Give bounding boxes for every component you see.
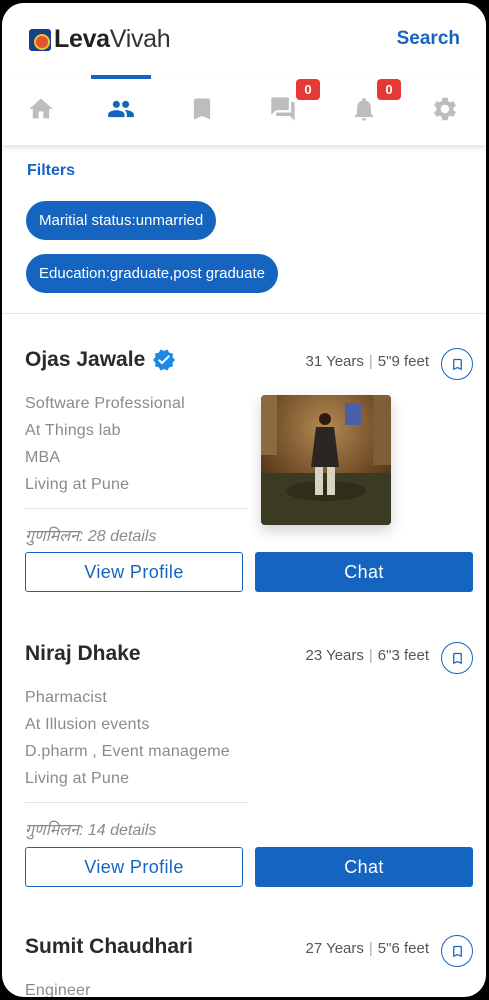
card-divider (25, 802, 248, 803)
tab-bar: 0 0 (2, 73, 486, 145)
profile-company: At Illusion events (25, 716, 150, 733)
logo-emblem-icon (29, 28, 51, 51)
tab-chats[interactable]: 0 (253, 73, 320, 145)
profile-photo-image (261, 395, 391, 525)
bookmark-outline-icon (452, 945, 462, 957)
search-link[interactable]: Search (397, 28, 460, 50)
gunmilan-details[interactable]: गुणमिलन: 14 details (25, 818, 156, 840)
profile-age: 23 Years (305, 647, 364, 664)
profile-age: 31 Years (305, 353, 364, 370)
profile-name: Niraj Dhake (25, 642, 141, 665)
chat-button[interactable]: Chat (255, 847, 473, 887)
meta-separator: | (368, 353, 373, 370)
brand-name-bold: Leva (54, 25, 110, 53)
verified-badge-icon (153, 349, 176, 371)
bookmark-outline-icon (452, 652, 462, 664)
profile-card: Ojas Jawale 31 Years | 5"9 feet Software P… (2, 314, 486, 610)
meta-separator: | (368, 647, 373, 664)
profile-occupation: Engineer (25, 982, 91, 997)
profile-height: 5"6 feet (377, 940, 429, 957)
view-profile-button[interactable]: View Profile (25, 552, 243, 592)
profile-card: Sumit Chaudhari 27 Years | 5"6 feet Engine… (2, 901, 486, 997)
app-screen: Leva Vivah Search 0 0 Filters Maritial st… (2, 3, 486, 997)
view-profile-button[interactable]: View Profile (25, 847, 243, 887)
profile-age-height: 23 Years | 6"3 feet (306, 647, 430, 664)
profile-education: D.pharm , Event manageme (25, 743, 230, 760)
profile-occupation: Pharmacist (25, 689, 108, 706)
people-icon (108, 100, 134, 118)
profile-height: 5"9 feet (377, 353, 429, 370)
profile-name-row: Ojas Jawale (25, 348, 176, 372)
active-tab-indicator (91, 75, 151, 79)
profile-education: MBA (25, 449, 61, 466)
card-divider (25, 508, 248, 509)
bell-icon (354, 97, 374, 121)
bookmark-button[interactable] (441, 642, 473, 674)
profile-name: Sumit Chaudhari (25, 935, 194, 958)
gear-icon (434, 97, 456, 121)
profile-age: 27 Years (305, 940, 364, 957)
filters-heading: Filters (27, 162, 76, 179)
brand-name-light: Vivah (109, 25, 171, 53)
gunmilan-details[interactable]: गुणमिलन: 28 details (25, 524, 156, 546)
profile-photo[interactable] (261, 395, 391, 525)
chat-icon (271, 97, 295, 121)
app-logo[interactable]: Leva Vivah (29, 25, 171, 54)
notification-count-badge: 0 (377, 79, 401, 100)
profile-location: Living at Pune (25, 476, 130, 493)
profile-age-height: 31 Years | 5"9 feet (306, 353, 430, 370)
meta-separator: | (368, 940, 373, 957)
tab-matches[interactable] (91, 73, 151, 145)
bookmark-button[interactable] (441, 935, 473, 967)
profile-name: Ojas Jawale (25, 348, 146, 371)
chat-button[interactable]: Chat (255, 552, 473, 592)
bookmark-button[interactable] (441, 348, 473, 380)
home-icon (29, 98, 53, 119)
profile-height: 6"3 feet (377, 647, 429, 664)
tab-bookmarks[interactable] (172, 73, 232, 145)
app-header: Leva Vivah Search (2, 3, 486, 75)
profile-card: Niraj Dhake 23 Years | 6"3 feet Pharmacist… (2, 608, 486, 904)
tab-notifications[interactable]: 0 (334, 73, 401, 145)
bookmark-outline-icon (452, 358, 462, 370)
profile-occupation: Software Professional (25, 395, 185, 412)
profile-location: Living at Pune (25, 770, 130, 787)
filter-chip-marital-status[interactable]: Maritial status:unmarried (26, 201, 217, 240)
tab-home[interactable] (11, 73, 71, 145)
tab-settings[interactable] (415, 73, 475, 145)
profile-age-height: 27 Years | 5"6 feet (306, 940, 430, 957)
filter-chip-education[interactable]: Education:graduate,post graduate (26, 254, 279, 293)
profile-company: At Things lab (25, 422, 121, 439)
chat-count-badge: 0 (296, 79, 320, 100)
bookmark-icon (193, 98, 211, 120)
profile-name-row: Sumit Chaudhari (25, 935, 193, 959)
profile-name-row: Niraj Dhake (25, 642, 141, 666)
